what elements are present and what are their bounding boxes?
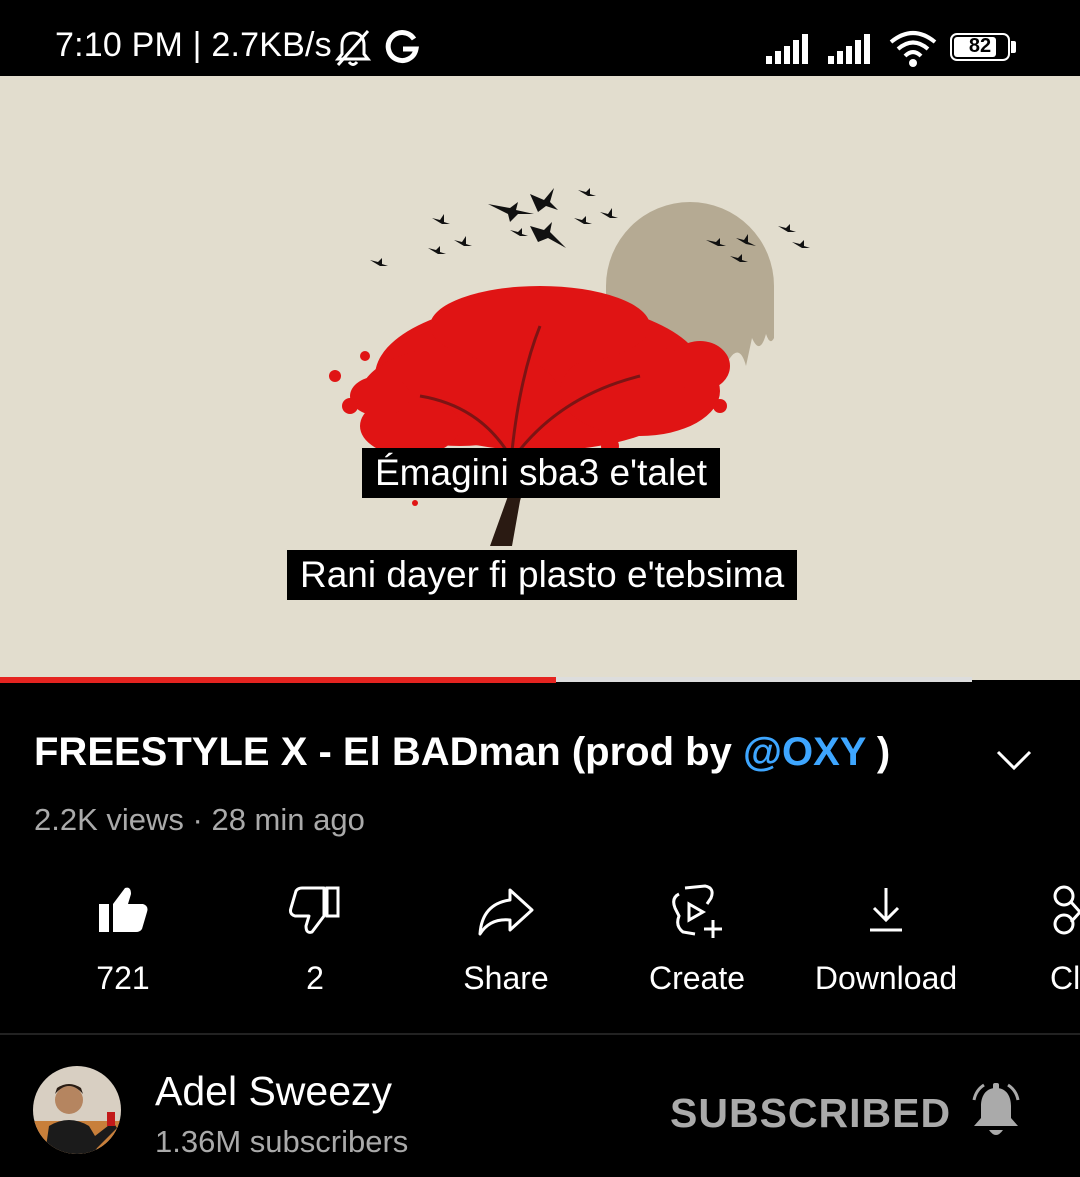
- download-button[interactable]: Download: [806, 882, 966, 1012]
- status-time-speed: 7:10 PM | 2.7KB/s: [55, 26, 332, 64]
- thumbs-down-icon: [289, 886, 340, 934]
- title-text: FREESTYLE X - El BADman (prod by: [34, 730, 743, 774]
- share-button[interactable]: Share: [426, 882, 586, 1012]
- wifi-icon: [889, 31, 937, 67]
- clip-button[interactable]: Cl: [1034, 882, 1080, 1012]
- clip-label: Cl: [1050, 960, 1080, 996]
- title-mention-link[interactable]: @OXY: [743, 730, 866, 774]
- channel-name[interactable]: Adel Sweezy: [155, 1068, 392, 1115]
- progress-bar[interactable]: [0, 677, 557, 683]
- video-player[interactable]: Émagini sba3 e'talet Rani dayer fi plast…: [0, 76, 1080, 680]
- avatar-image: [33, 1066, 121, 1154]
- signal-icon: [766, 34, 808, 64]
- battery-tip: [1011, 41, 1016, 53]
- title-end: ): [865, 730, 891, 774]
- battery-icon: 82: [950, 33, 1010, 61]
- signal-icon: [828, 34, 870, 64]
- subscriber-count: 1.36M subscribers: [155, 1124, 409, 1159]
- dislike-count: 2: [306, 960, 324, 996]
- channel-avatar[interactable]: [33, 1066, 121, 1154]
- thumbs-up-icon: [99, 887, 148, 932]
- create-icon: [672, 884, 722, 938]
- caption-line-1: Émagini sba3 e'talet: [362, 448, 721, 498]
- share-icon: [478, 888, 534, 936]
- divider: [0, 1033, 1080, 1035]
- status-bar: 7:10 PM | 2.7KB/s 82: [0, 0, 1080, 76]
- create-button[interactable]: Create: [617, 882, 777, 1012]
- caption-line-2: Rani dayer fi plasto e'tebsima: [287, 550, 798, 600]
- bell-icon[interactable]: [966, 1080, 1026, 1142]
- video-meta[interactable]: 2.2K views · 28 min ago: [34, 802, 365, 838]
- like-button[interactable]: 721: [43, 882, 203, 1012]
- share-label: Share: [463, 960, 549, 996]
- video-title[interactable]: FREESTYLE X - El BADman (prod by @OXY ): [34, 730, 890, 775]
- like-count: 721: [96, 960, 150, 996]
- g-icon: [385, 30, 419, 64]
- dislike-button[interactable]: 2: [235, 882, 395, 1012]
- download-icon: [870, 888, 902, 932]
- battery-level: 82: [968, 35, 992, 57]
- subscribed-button[interactable]: SUBSCRIBED: [670, 1090, 951, 1137]
- bell-off-icon: [334, 30, 372, 66]
- clip-icon: [1053, 885, 1080, 935]
- download-label: Download: [814, 960, 958, 996]
- create-label: Create: [648, 960, 746, 996]
- chevron-down-icon[interactable]: [992, 744, 1036, 774]
